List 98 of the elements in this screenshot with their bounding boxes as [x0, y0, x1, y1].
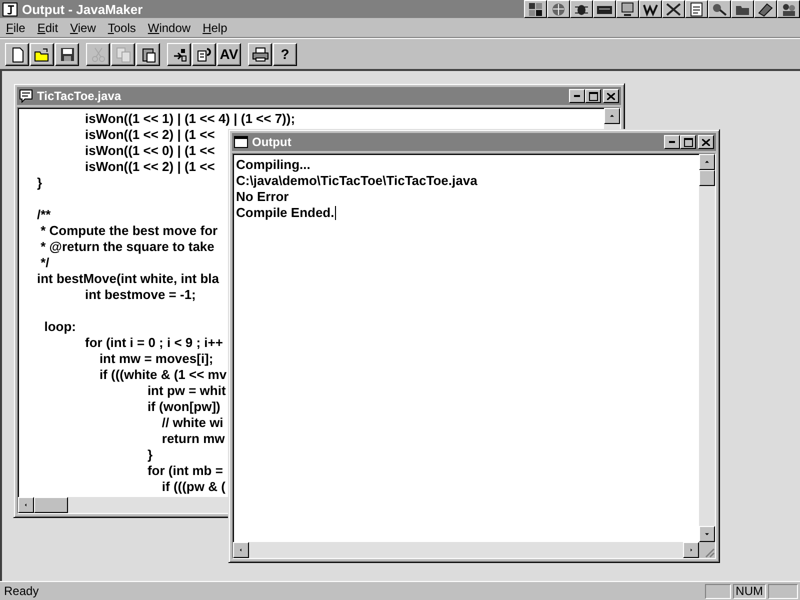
output-line: Compile Ended. — [236, 205, 334, 221]
toolbar-button[interactable] — [167, 42, 191, 66]
code-line: isWon((1 << 0) | (1 << — [84, 143, 215, 159]
scroll-thumb[interactable] — [34, 497, 68, 513]
code-line: } — [37, 175, 42, 191]
code-line: if (((white & (1 << mv — [98, 367, 227, 383]
minimize-button[interactable] — [664, 135, 680, 149]
up-arrow-icon — [608, 113, 616, 119]
shortcut-button[interactable] — [731, 0, 754, 18]
scissors-icon — [90, 46, 106, 62]
close-icon — [702, 138, 710, 146]
toolbar-button[interactable]: ? — [273, 42, 297, 66]
scroll-up-button[interactable] — [604, 108, 620, 124]
shortcut-button[interactable] — [547, 0, 570, 18]
shortcut-button[interactable] — [662, 0, 685, 18]
shortcut-button[interactable] — [708, 0, 731, 18]
code-line: * Compute the best move for — [40, 223, 218, 239]
minimize-icon — [574, 95, 580, 97]
down-arrow-icon — [703, 531, 711, 537]
scroll-left-button[interactable] — [233, 542, 249, 558]
shortcut-button[interactable] — [754, 0, 777, 18]
toolbar-button[interactable]: AV — [217, 42, 241, 66]
menu-item[interactable]: View — [64, 20, 102, 34]
printer-icon — [252, 46, 268, 62]
minimize-button[interactable] — [569, 89, 585, 103]
minimize-icon — [669, 141, 675, 143]
status-panel — [768, 584, 798, 598]
window-icon — [234, 136, 248, 148]
window-title: Output — [252, 135, 292, 149]
menu-item[interactable]: Help — [196, 20, 234, 34]
document-icon — [688, 0, 705, 18]
code-line: isWon((1 << 2) | (1 << — [84, 159, 215, 175]
tools-icon — [665, 0, 682, 18]
squares-icon — [527, 0, 544, 18]
paste-icon — [140, 46, 156, 62]
maximize-button[interactable] — [680, 135, 696, 149]
code-line: // white wi — [160, 415, 224, 431]
app-icon — [2, 2, 18, 16]
code-line: for (int i = 0 ; i < 9 ; i++ — [84, 335, 223, 351]
scroll-left-button[interactable] — [18, 497, 34, 513]
java-file-icon — [19, 89, 33, 103]
toolbar-button[interactable] — [30, 42, 54, 66]
maximize-icon — [588, 92, 598, 100]
copy-icon — [114, 46, 132, 62]
shortcut-button[interactable] — [616, 0, 639, 18]
output-line: C:\java\demo\TicTacToe\TicTacToe.java — [236, 173, 478, 189]
shortcut-button[interactable] — [570, 0, 593, 18]
scroll-down-button[interactable] — [699, 526, 715, 542]
toolbar-button[interactable] — [248, 42, 272, 66]
code-line: */ — [40, 255, 50, 271]
code-line: loop: — [43, 319, 76, 335]
code-line: int mw = moves[i]; — [98, 351, 214, 367]
window-title: TicTacToe.java — [37, 89, 122, 103]
code-line: /** — [37, 207, 51, 223]
close-button[interactable] — [603, 89, 619, 103]
output-line: No Error — [236, 189, 289, 205]
code-line: int bestMove(int white, int bla — [37, 271, 219, 287]
scroll-thumb[interactable] — [699, 170, 715, 186]
book-icon — [757, 0, 774, 18]
monitor-icon — [619, 0, 636, 18]
menu-item[interactable]: Tools — [102, 20, 142, 34]
status-indicator: NUM — [732, 584, 766, 598]
scroll-right-button[interactable] — [683, 542, 699, 558]
status-message: Ready — [3, 584, 40, 598]
code-line: } — [146, 447, 153, 463]
code-line: return mw — [160, 431, 225, 447]
code-line: for (int mb = — [146, 463, 223, 479]
code-line: isWon((1 << 2) | (1 << — [84, 127, 215, 143]
document-gear-icon — [196, 46, 212, 62]
close-icon — [607, 92, 615, 100]
toolbar-button[interactable] — [5, 42, 29, 66]
shortcut-button[interactable] — [777, 0, 800, 18]
shortcut-button[interactable] — [639, 0, 662, 18]
globe-icon — [550, 0, 567, 18]
maximize-button[interactable] — [585, 89, 601, 103]
maximize-icon — [684, 138, 692, 146]
shortcut-button[interactable] — [593, 0, 616, 18]
code-line: int bestmove = -1; — [84, 287, 196, 303]
toolbar-button[interactable] — [136, 42, 160, 66]
up-arrow-icon — [703, 159, 711, 165]
open-folder-icon — [34, 46, 50, 62]
code-line: isWon((1 << 1) | (1 << 4) | (1 << 7)); — [84, 111, 296, 127]
toolbar-button[interactable] — [55, 42, 79, 66]
menu-item[interactable]: Edit — [31, 20, 64, 34]
toolbar-button[interactable] — [192, 42, 216, 66]
code-line: if (((pw & ( — [160, 479, 226, 495]
scroll-up-button[interactable] — [699, 154, 715, 170]
close-button[interactable] — [698, 135, 714, 149]
code-line: if (won[pw]) — [146, 399, 220, 415]
menu-item[interactable]: File — [0, 20, 32, 34]
shortcut-button[interactable] — [685, 0, 708, 18]
app-title: Output - JavaMaker — [22, 2, 144, 16]
menu-item[interactable]: Window — [142, 20, 197, 34]
code-line: * @return the square to take — [40, 239, 214, 255]
code-line: int pw = whit — [146, 383, 226, 399]
output-line: Compiling... — [236, 157, 310, 173]
shortcut-button[interactable] — [524, 0, 547, 18]
status-panel — [704, 584, 731, 598]
